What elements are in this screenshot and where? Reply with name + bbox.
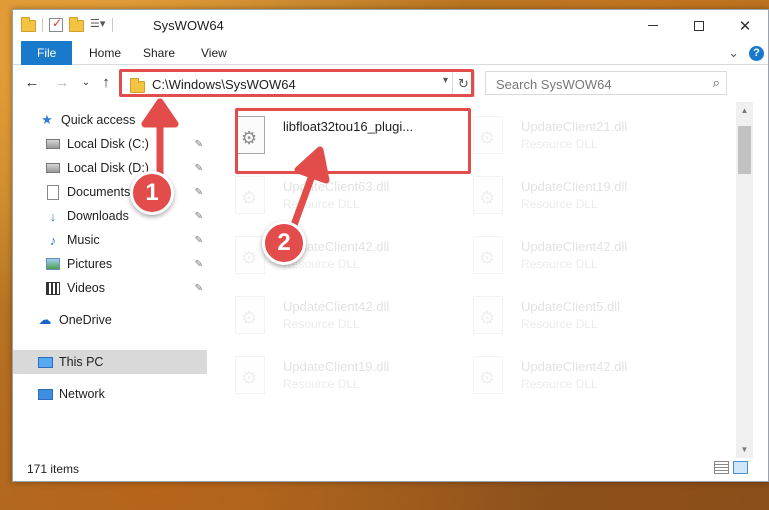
step-2-badge: 2 xyxy=(262,221,306,265)
arrow-to-address-bar xyxy=(141,98,179,178)
arrow-to-file xyxy=(286,146,330,238)
annotation-arrows xyxy=(141,98,330,238)
step-1-badge: 1 xyxy=(130,171,174,215)
